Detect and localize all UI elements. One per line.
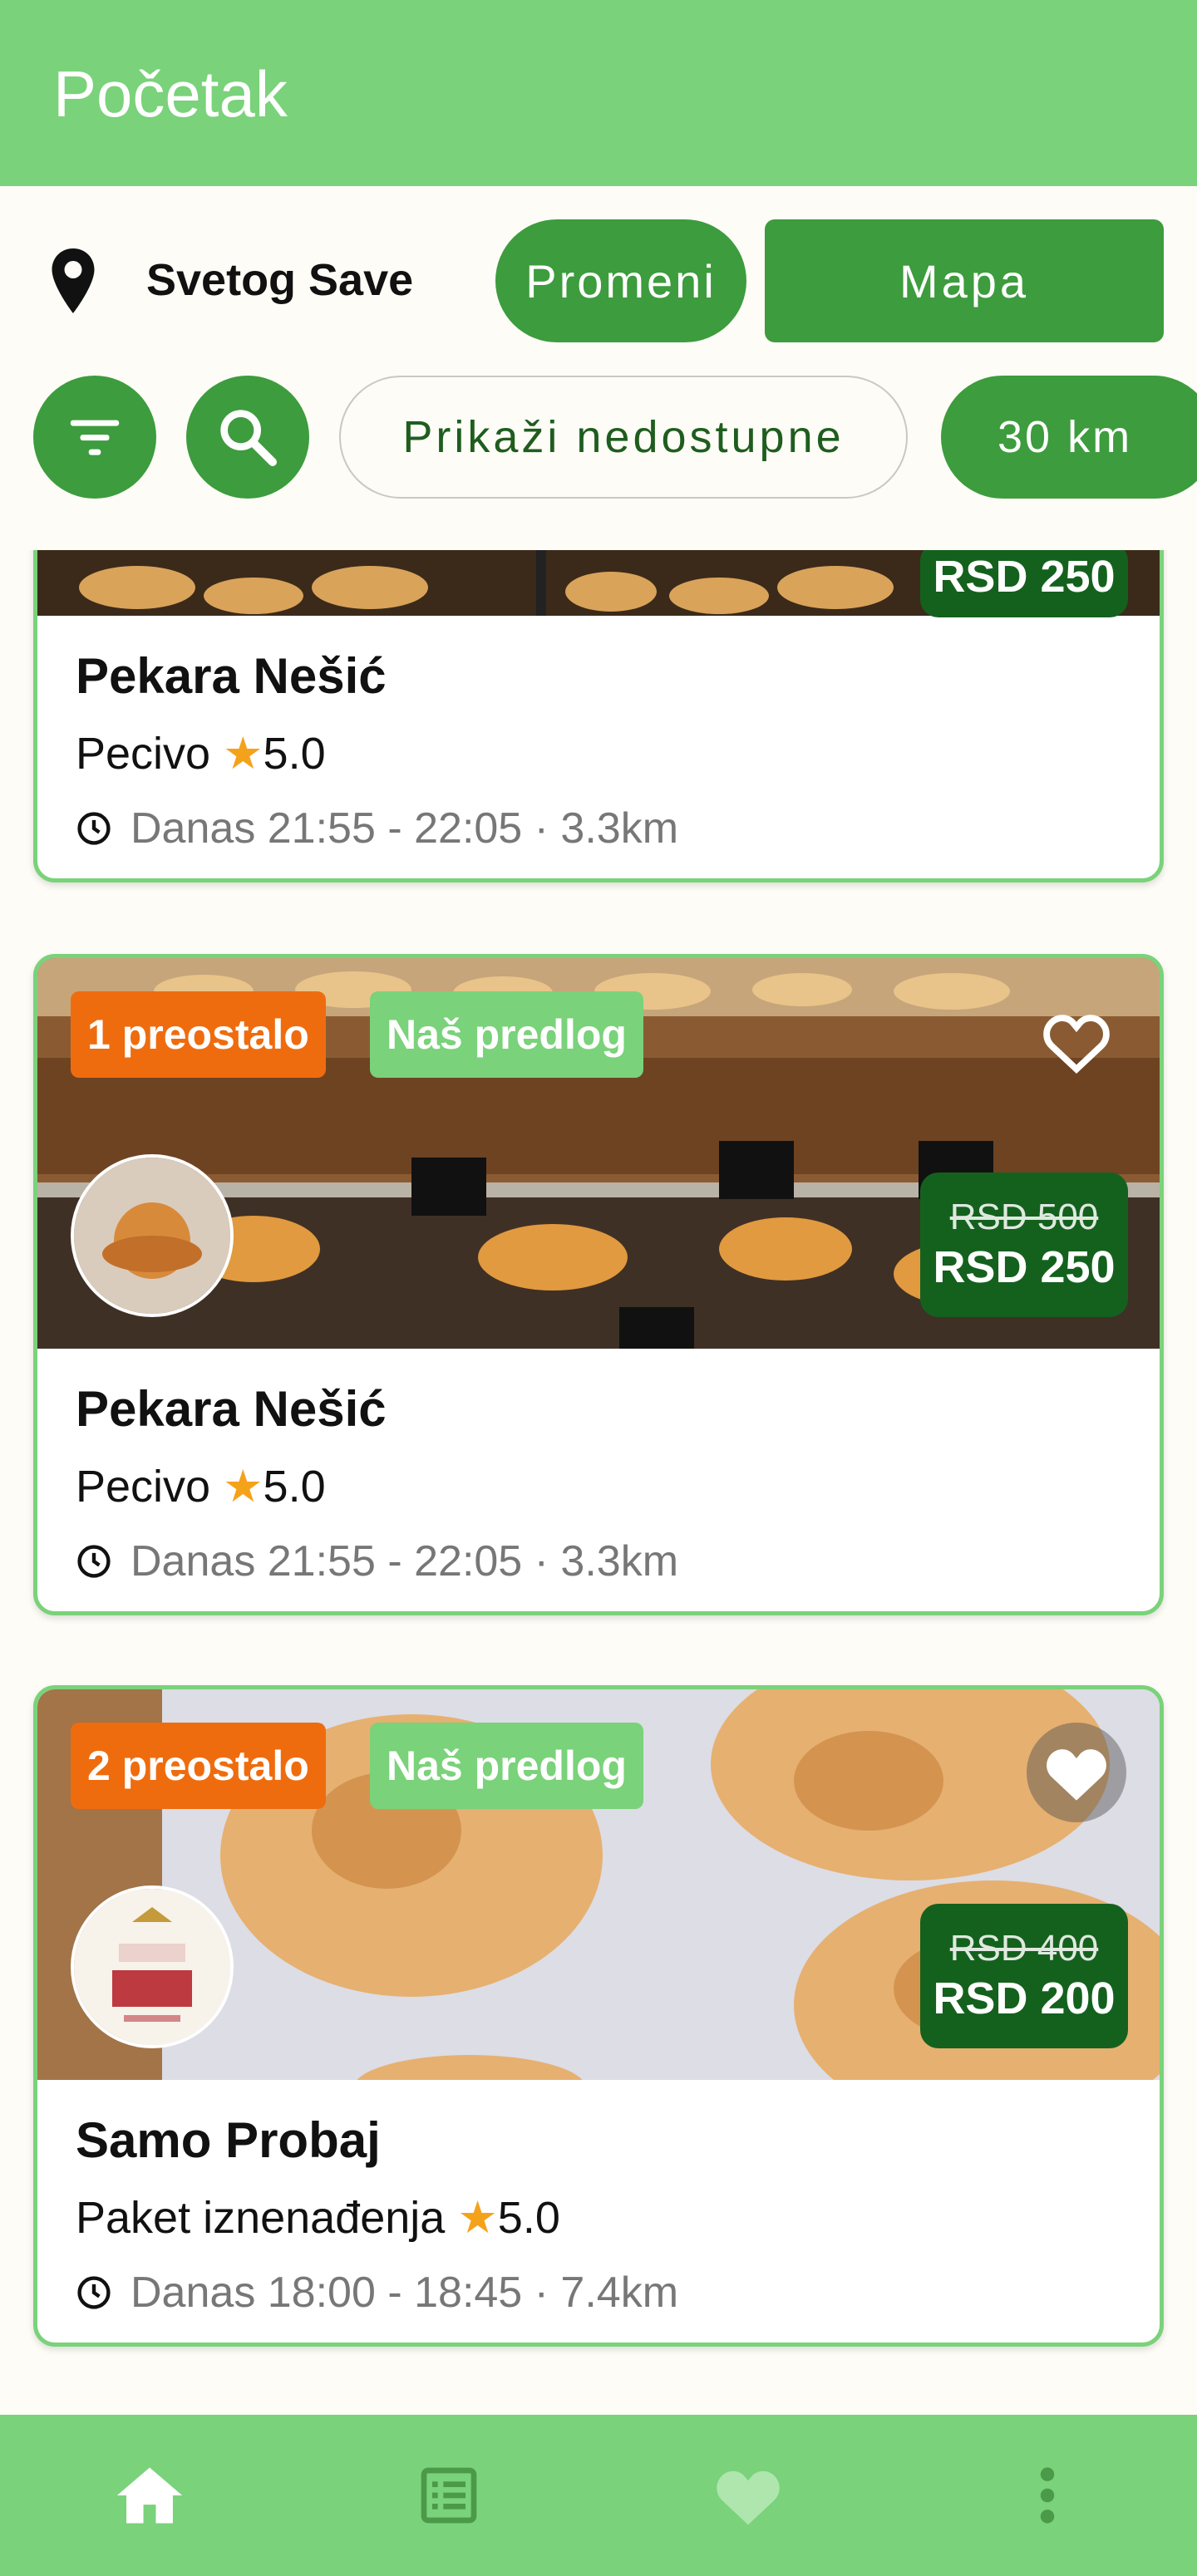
search-icon (220, 410, 277, 466)
nav-orders[interactable] (299, 2415, 598, 2576)
star-icon: ★ (457, 2193, 498, 2243)
nav-home[interactable] (0, 2415, 299, 2576)
category-text: Paket iznenađenja (76, 2193, 446, 2243)
new-price: RSD 200 (933, 1974, 1116, 2023)
heart-filled-icon (1047, 1749, 1106, 1801)
nav-more[interactable] (898, 2415, 1197, 2576)
rating-text: 5.0 (497, 2193, 560, 2243)
map-button[interactable]: Mapa (765, 219, 1164, 342)
offer-title: Pekara Nešić (76, 1381, 387, 1437)
price-box: RSD 250 (920, 550, 1128, 617)
meta-text: Danas 21:55 - 22:05 · 3.3km (131, 1537, 679, 1585)
filter-button[interactable] (33, 376, 156, 499)
change-location-button[interactable]: Promeni (495, 219, 746, 342)
rating-text: 5.0 (263, 729, 326, 779)
star-icon: ★ (223, 1462, 264, 1512)
app-bar: Početak (0, 0, 1197, 186)
filter-icon (70, 420, 120, 455)
distance-chip[interactable]: 30 km (941, 376, 1197, 499)
offer-title: Samo Probaj (76, 2112, 381, 2168)
nav-favorites[interactable] (598, 2415, 898, 2576)
page-title: Početak (53, 57, 288, 130)
heart-outline-icon (1043, 1015, 1110, 1074)
show-unavailable-chip[interactable]: Prikaži nedostupne (339, 376, 908, 499)
meta-text: Danas 21:55 - 22:05 · 3.3km (131, 804, 679, 853)
favorite-button[interactable] (1027, 991, 1126, 1091)
clock-icon (77, 2276, 111, 2309)
offer-meta: Danas 21:55 - 22:05 · 3.3km (76, 804, 678, 853)
remaining-badge: 1 preostalo (71, 991, 326, 1078)
rating-text: 5.0 (263, 1462, 326, 1512)
clock-icon (77, 1545, 111, 1578)
favorite-button[interactable] (1027, 1723, 1126, 1822)
list-icon (421, 2467, 477, 2524)
location-pin-icon (52, 248, 95, 313)
price-box: RSD 500 RSD 250 (920, 1172, 1128, 1317)
search-button[interactable] (186, 376, 309, 499)
home-icon (116, 2467, 183, 2524)
bottom-navigation (0, 2415, 1197, 2576)
offer-meta: Danas 21:55 - 22:05 · 3.3km (76, 1536, 678, 1586)
offer-title: Pekara Nešić (76, 648, 387, 704)
offers-list[interactable]: RSD 250 Pekara Nešić Pecivo ★5.0 Danas 2… (0, 550, 1197, 2415)
offer-category: Paket iznenađenja ★5.0 (76, 2191, 560, 2244)
heart-icon (717, 2470, 780, 2525)
suggestion-badge: Naš predlog (370, 991, 643, 1078)
new-price: RSD 250 (933, 1242, 1116, 1292)
old-price: RSD 500 (949, 1197, 1099, 1237)
remaining-badge: 2 preostalo (71, 1723, 326, 1809)
clock-icon (77, 812, 111, 845)
offer-meta: Danas 18:00 - 18:45 · 7.4km (76, 2268, 678, 2318)
offer-card[interactable]: 1 preostalo Naš predlog RSD 500 RSD 250 … (33, 954, 1164, 1615)
suggestion-badge: Naš predlog (370, 1723, 643, 1809)
old-price: RSD 400 (949, 1928, 1099, 1969)
new-price: RSD 250 (933, 552, 1116, 602)
category-text: Pecivo (76, 1462, 211, 1512)
location-name: Svetog Save (146, 255, 414, 305)
store-logo (71, 1154, 234, 1317)
offer-category: Pecivo ★5.0 (76, 1460, 326, 1512)
offer-category: Pecivo ★5.0 (76, 727, 326, 779)
offer-card[interactable]: RSD 250 Pekara Nešić Pecivo ★5.0 Danas 2… (33, 550, 1164, 882)
more-vertical-icon (1040, 2467, 1055, 2524)
star-icon: ★ (223, 729, 264, 779)
meta-text: Danas 18:00 - 18:45 · 7.4km (131, 2269, 679, 2317)
offer-card[interactable]: 2 preostalo Naš predlog RSD 400 RSD 200 … (33, 1685, 1164, 2347)
price-box: RSD 400 RSD 200 (920, 1904, 1128, 2048)
category-text: Pecivo (76, 729, 211, 779)
store-logo (71, 1885, 234, 2048)
